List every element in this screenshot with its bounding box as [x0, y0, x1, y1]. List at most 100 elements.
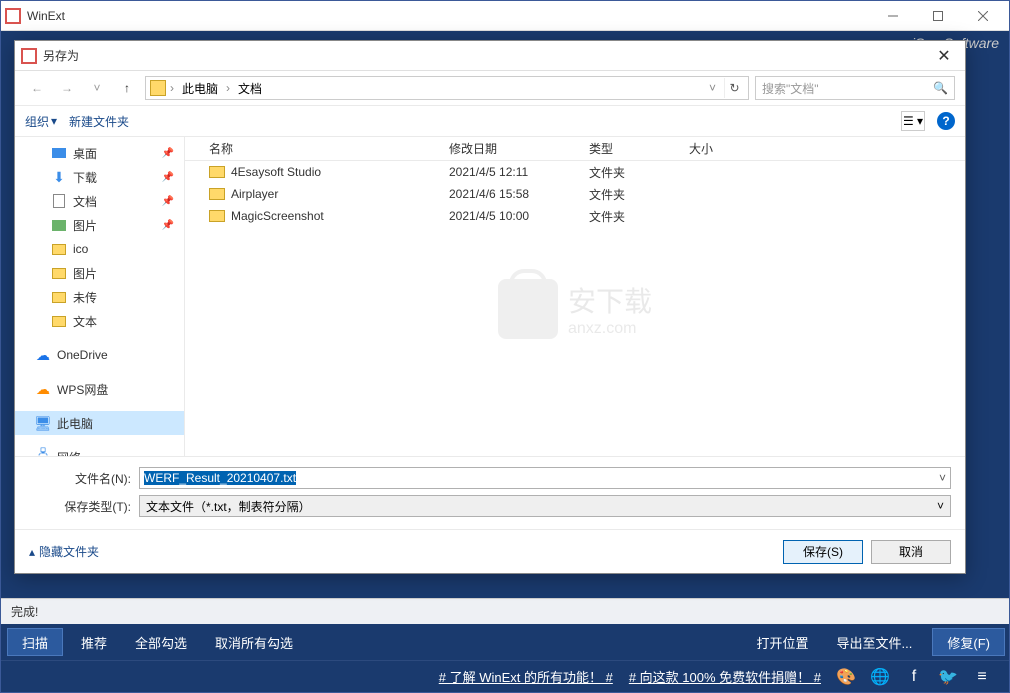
file-type: 文件夹 — [581, 186, 681, 203]
recent-dropdown[interactable]: ˅ — [85, 76, 109, 100]
bottom-inputs: 文件名(N): WERF_Result_20210407.txt ˅ 保存类型(… — [15, 456, 965, 529]
sidebar-item-label: WPS网盘 — [57, 381, 108, 398]
search-box[interactable]: 搜索"文档" 🔍 — [755, 76, 955, 100]
file-name: Airplayer — [231, 187, 278, 201]
sidebar-item-icon: ☁ — [35, 381, 51, 397]
file-row[interactable]: MagicScreenshot2021/4/5 10:00文件夹 — [185, 205, 965, 227]
address-bar[interactable]: › 此电脑 › 文档 ˅ ↻ — [145, 76, 749, 100]
refresh-button[interactable]: ↻ — [724, 78, 744, 98]
filetype-label: 保存类型(T): — [29, 498, 139, 515]
sidebar-item[interactable]: 文本 — [15, 309, 184, 333]
dialog-body: 桌面 📌 ⬇下载📌文档📌 图片 📌 ico 图片未传文本 ☁ OneDrive ☁ WPS网盘 🖥此电… — [15, 137, 965, 456]
sidebar-item-label: 下载 — [73, 169, 97, 186]
deselect-all-button[interactable]: 取消所有勾选 — [201, 624, 307, 660]
sidebar-item-label: 未传 — [73, 289, 97, 306]
file-row[interactable]: 4Esaysoft Studio2021/4/5 12:11文件夹 — [185, 161, 965, 183]
col-type[interactable]: 类型 — [581, 140, 681, 157]
status-bar: 完成! — [1, 598, 1009, 624]
new-folder-button[interactable]: 新建文件夹 — [69, 113, 129, 130]
bottom-toolbar: 扫描 推荐 全部勾选 取消所有勾选 打开位置 导出至文件... 修复(F) — [1, 624, 1009, 660]
fix-button[interactable]: 修复(F) — [932, 628, 1005, 656]
minimize-button[interactable] — [870, 2, 915, 30]
sidebar-item-label: 图片 — [73, 217, 97, 234]
pin-icon: 📌 — [162, 220, 174, 231]
sidebar-item-label: OneDrive — [57, 348, 108, 362]
sidebar-item[interactable]: 文档📌 — [15, 189, 184, 213]
dialog-close-button[interactable]: ✕ — [929, 42, 959, 70]
watermark: 安下载 anxz.com — [498, 279, 652, 339]
links-bar: # 了解 WinExt 的所有功能！ # # 向这款 100% 免费软件捐赠！ … — [1, 660, 1009, 692]
dialog-buttons: ▴ 隐藏文件夹 保存(S) 取消 — [15, 529, 965, 573]
col-date[interactable]: 修改日期 — [441, 140, 581, 157]
file-date: 2021/4/5 10:00 — [441, 209, 581, 223]
view-menu[interactable]: ☰ ▾ — [901, 111, 925, 131]
sidebar-item[interactable]: 🖧 网络 — [15, 445, 184, 456]
sidebar-item[interactable]: ico — [15, 237, 184, 261]
app-icon — [5, 8, 21, 24]
folder-icon — [209, 210, 225, 222]
filename-dropdown-icon[interactable]: ˅ — [933, 471, 946, 485]
features-link[interactable]: # 了解 WinExt 的所有功能！ # — [439, 667, 613, 686]
scan-button[interactable]: 扫描 — [7, 628, 63, 656]
facebook-icon[interactable]: f — [901, 664, 927, 690]
back-button[interactable]: ← — [25, 76, 49, 100]
sidebar-item-icon: ☁ — [35, 347, 51, 363]
chevron-up-icon: ▴ — [29, 545, 35, 559]
filetype-select[interactable]: 文本文件（*.txt，制表符分隔） ˅ — [139, 495, 951, 517]
export-button[interactable]: 导出至文件... — [823, 624, 927, 660]
sidebar-item-label: 文本 — [73, 313, 97, 330]
close-button[interactable] — [960, 2, 1005, 30]
filename-input[interactable]: WERF_Result_20210407.txt ˅ — [139, 467, 951, 489]
status-text: 完成! — [11, 603, 38, 620]
sidebar-item-icon — [51, 145, 67, 161]
breadcrumb-docs[interactable]: 文档 — [234, 80, 266, 97]
open-location-button[interactable]: 打开位置 — [743, 624, 823, 660]
globe-icon[interactable]: 🌐 — [867, 664, 893, 690]
sidebar-item[interactable]: 🖥此电脑 — [15, 411, 184, 435]
search-icon: 🔍 — [933, 81, 948, 95]
sidebar-item[interactable]: 图片 📌 — [15, 213, 184, 237]
menu-icon[interactable]: ≡ — [969, 664, 995, 690]
file-date: 2021/4/6 15:58 — [441, 187, 581, 201]
forward-button[interactable]: → — [55, 76, 79, 100]
sidebar: 桌面 📌 ⬇下载📌文档📌 图片 📌 ico 图片未传文本 ☁ OneDrive ☁ WPS网盘 🖥此电… — [15, 137, 185, 456]
recommend-button[interactable]: 推荐 — [67, 624, 121, 660]
sidebar-item-icon — [51, 241, 67, 257]
twitter-icon[interactable]: 🐦 — [935, 664, 961, 690]
sidebar-item-label: 网络 — [57, 449, 81, 457]
breadcrumb-sep: › — [170, 81, 174, 95]
file-row[interactable]: Airplayer 2021/4/6 15:58文件夹 — [185, 183, 965, 205]
sidebar-item[interactable]: ☁ OneDrive — [15, 343, 184, 367]
sidebar-item[interactable]: 桌面 📌 — [15, 141, 184, 165]
folder-icon — [209, 166, 225, 178]
palette-icon[interactable]: 🎨 — [833, 664, 859, 690]
sidebar-item[interactable]: 图片 — [15, 261, 184, 285]
dropdown-icon[interactable]: ˅ — [709, 81, 716, 95]
breadcrumb-pc[interactable]: 此电脑 — [178, 80, 222, 97]
sidebar-item-icon: 🖧 — [35, 449, 51, 456]
pin-icon: 📌 — [162, 148, 174, 159]
col-size[interactable]: 大小 — [681, 140, 761, 157]
sidebar-item[interactable]: ⬇下载📌 — [15, 165, 184, 189]
sidebar-item-label: 此电脑 — [57, 415, 93, 432]
col-name[interactable]: 名称 — [201, 140, 441, 157]
cancel-button[interactable]: 取消 — [871, 540, 951, 564]
sidebar-item-label: 图片 — [73, 265, 97, 282]
hide-folders-link[interactable]: ▴ 隐藏文件夹 — [29, 543, 99, 560]
sidebar-item-label: 桌面 — [73, 145, 97, 162]
sidebar-item[interactable]: ☁ WPS网盘 — [15, 377, 184, 401]
window-title: WinExt — [27, 9, 870, 23]
sidebar-item[interactable]: 未传 — [15, 285, 184, 309]
maximize-button[interactable] — [915, 2, 960, 30]
nav-row: ← → ˅ ↑ › 此电脑 › 文档 ˅ ↻ 搜索"文档" 🔍 — [15, 71, 965, 105]
help-button[interactable]: ? — [937, 112, 955, 130]
select-all-button[interactable]: 全部勾选 — [121, 624, 201, 660]
up-button[interactable]: ↑ — [115, 76, 139, 100]
organize-menu[interactable]: 组织 ▾ — [25, 113, 57, 130]
toolbar-row: 组织 ▾ 新建文件夹 ☰ ▾ ? — [15, 105, 965, 137]
file-date: 2021/4/5 12:11 — [441, 165, 581, 179]
donate-link[interactable]: # 向这款 100% 免费软件捐赠！ # — [629, 667, 821, 686]
chevron-down-icon: ▾ — [51, 114, 57, 128]
filetype-value: 文本文件（*.txt，制表符分隔） — [146, 498, 311, 515]
save-button[interactable]: 保存(S) — [783, 540, 863, 564]
